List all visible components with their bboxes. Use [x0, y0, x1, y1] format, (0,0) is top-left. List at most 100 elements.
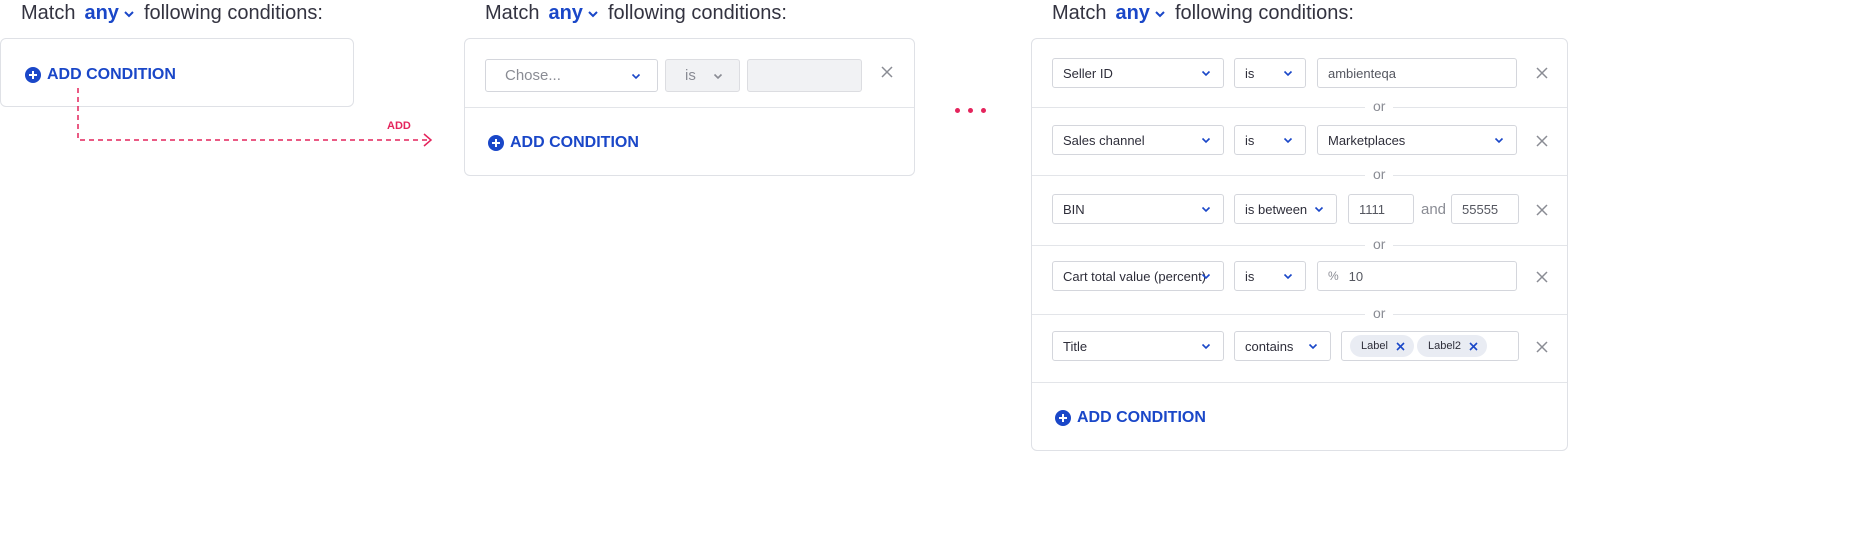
add-condition-label: ADD CONDITION — [1077, 409, 1206, 426]
match-suffix: following conditions: — [1174, 2, 1354, 24]
field-label: Seller ID — [1063, 65, 1113, 81]
match-prefix: Match — [1052, 2, 1107, 24]
or-divider — [1032, 314, 1567, 315]
divider — [465, 107, 914, 108]
divider — [1032, 382, 1567, 383]
close-icon[interactable] — [1534, 269, 1550, 285]
operator-select[interactable]: is — [665, 59, 740, 92]
remove-tag-icon[interactable] — [1468, 341, 1479, 352]
field-label: Cart total value (percent) — [1063, 268, 1207, 284]
field-label: BIN — [1063, 201, 1085, 217]
percent-prefix: % — [1328, 269, 1339, 283]
chevron-down-icon — [1201, 68, 1211, 78]
field-select[interactable]: Title — [1052, 331, 1224, 361]
field-select[interactable]: Chose... — [485, 59, 658, 92]
chevron-down-icon — [631, 71, 641, 81]
field-placeholder: Chose... — [505, 67, 561, 84]
tag-chip: Label2 — [1417, 335, 1488, 357]
add-condition-label: ADD CONDITION — [47, 66, 176, 83]
tags-input[interactable]: Label Label2 — [1341, 331, 1519, 361]
field-label: Title — [1063, 338, 1088, 354]
chevron-down-icon — [1308, 341, 1318, 351]
value-text: Marketplaces — [1328, 132, 1406, 148]
match-suffix: following conditions: — [143, 2, 323, 24]
value-text: 55555 — [1462, 201, 1499, 217]
range-to-input[interactable]: 55555 — [1451, 194, 1519, 224]
chevron-down-icon — [1201, 341, 1211, 351]
field-label: Sales channel — [1063, 132, 1145, 148]
operator-select[interactable]: contains — [1234, 331, 1331, 361]
operator-select[interactable]: is — [1234, 58, 1306, 88]
value-text: 10 — [1348, 268, 1364, 284]
or-label: or — [1365, 236, 1394, 252]
match-prefix: Match — [485, 2, 540, 24]
add-condition-button[interactable]: ADD CONDITION — [488, 134, 639, 152]
match-mode-dropdown[interactable]: any — [548, 2, 582, 25]
chevron-down-icon — [1283, 135, 1293, 145]
chevron-down-icon[interactable] — [1154, 8, 1166, 20]
or-divider — [1032, 175, 1567, 176]
and-label: and — [1421, 201, 1447, 218]
or-label: or — [1365, 166, 1394, 182]
add-condition-button[interactable]: ADD CONDITION — [1055, 409, 1206, 427]
match-line-step2: Match any following conditions: — [485, 2, 787, 25]
match-line-step3: Match any following conditions: — [1052, 2, 1354, 25]
value-input[interactable] — [747, 59, 862, 92]
range-from-input[interactable]: 1111 — [1348, 194, 1414, 224]
close-icon[interactable] — [1534, 339, 1550, 355]
operator-label: is — [1245, 268, 1255, 284]
value-input[interactable]: % 10 — [1317, 261, 1517, 291]
operator-label: is — [685, 67, 696, 84]
tag-chip: Label — [1350, 335, 1414, 357]
field-select[interactable]: BIN — [1052, 194, 1224, 224]
operator-select[interactable]: is between — [1234, 194, 1337, 224]
chevron-down-icon — [1201, 135, 1211, 145]
or-label: or — [1365, 98, 1394, 114]
or-divider — [1032, 107, 1567, 108]
value-text: 1111 — [1359, 201, 1386, 217]
close-icon[interactable] — [1534, 202, 1550, 218]
add-arrow — [77, 88, 433, 147]
remove-tag-icon[interactable] — [1395, 341, 1406, 352]
plus-circle-icon — [1055, 410, 1071, 426]
or-divider — [1032, 245, 1567, 246]
match-mode-dropdown[interactable]: any — [1115, 2, 1149, 25]
tag-label: Label2 — [1428, 340, 1462, 352]
plus-circle-icon — [488, 135, 504, 151]
operator-label: is — [1245, 65, 1255, 81]
chevron-down-icon — [1283, 68, 1293, 78]
tag-label: Label — [1361, 340, 1388, 352]
operator-select[interactable]: is — [1234, 125, 1306, 155]
match-line-step1: Match any following conditions: — [21, 2, 323, 25]
close-icon[interactable] — [879, 64, 895, 80]
chevron-down-icon[interactable] — [587, 8, 599, 20]
field-select[interactable]: Cart total value (percent) — [1052, 261, 1224, 291]
conditions-panel-step3: Seller ID is ambienteqa or Sales channel… — [1031, 38, 1568, 451]
conditions-panel-step2: Chose... is ADD CONDITION — [464, 38, 915, 176]
operator-label: contains — [1245, 338, 1294, 354]
match-prefix: Match — [21, 2, 76, 24]
chevron-down-icon[interactable] — [123, 8, 135, 20]
plus-circle-icon — [25, 67, 41, 83]
operator-label: is — [1245, 132, 1255, 148]
value-input[interactable]: ambienteqa — [1317, 58, 1517, 88]
add-condition-label: ADD CONDITION — [510, 134, 639, 151]
operator-select[interactable]: is — [1234, 261, 1306, 291]
chevron-down-icon — [1283, 271, 1293, 281]
close-icon[interactable] — [1534, 133, 1550, 149]
or-label: or — [1365, 305, 1394, 321]
field-select[interactable]: Seller ID — [1052, 58, 1224, 88]
close-icon[interactable] — [1534, 65, 1550, 81]
value-text: ambienteqa — [1328, 65, 1396, 81]
field-select[interactable]: Sales channel — [1052, 125, 1224, 155]
match-mode-dropdown[interactable]: any — [84, 2, 118, 25]
value-select[interactable]: Marketplaces — [1317, 125, 1517, 155]
add-condition-button[interactable]: ADD CONDITION — [25, 66, 176, 84]
chevron-down-icon — [1201, 204, 1211, 214]
arrow-label: ADD — [387, 120, 411, 132]
chevron-down-icon — [713, 71, 723, 81]
chevron-down-icon — [1494, 135, 1504, 145]
ellipsis-icon — [955, 108, 986, 113]
chevron-down-icon — [1314, 204, 1324, 214]
chevron-down-icon — [1201, 271, 1211, 281]
